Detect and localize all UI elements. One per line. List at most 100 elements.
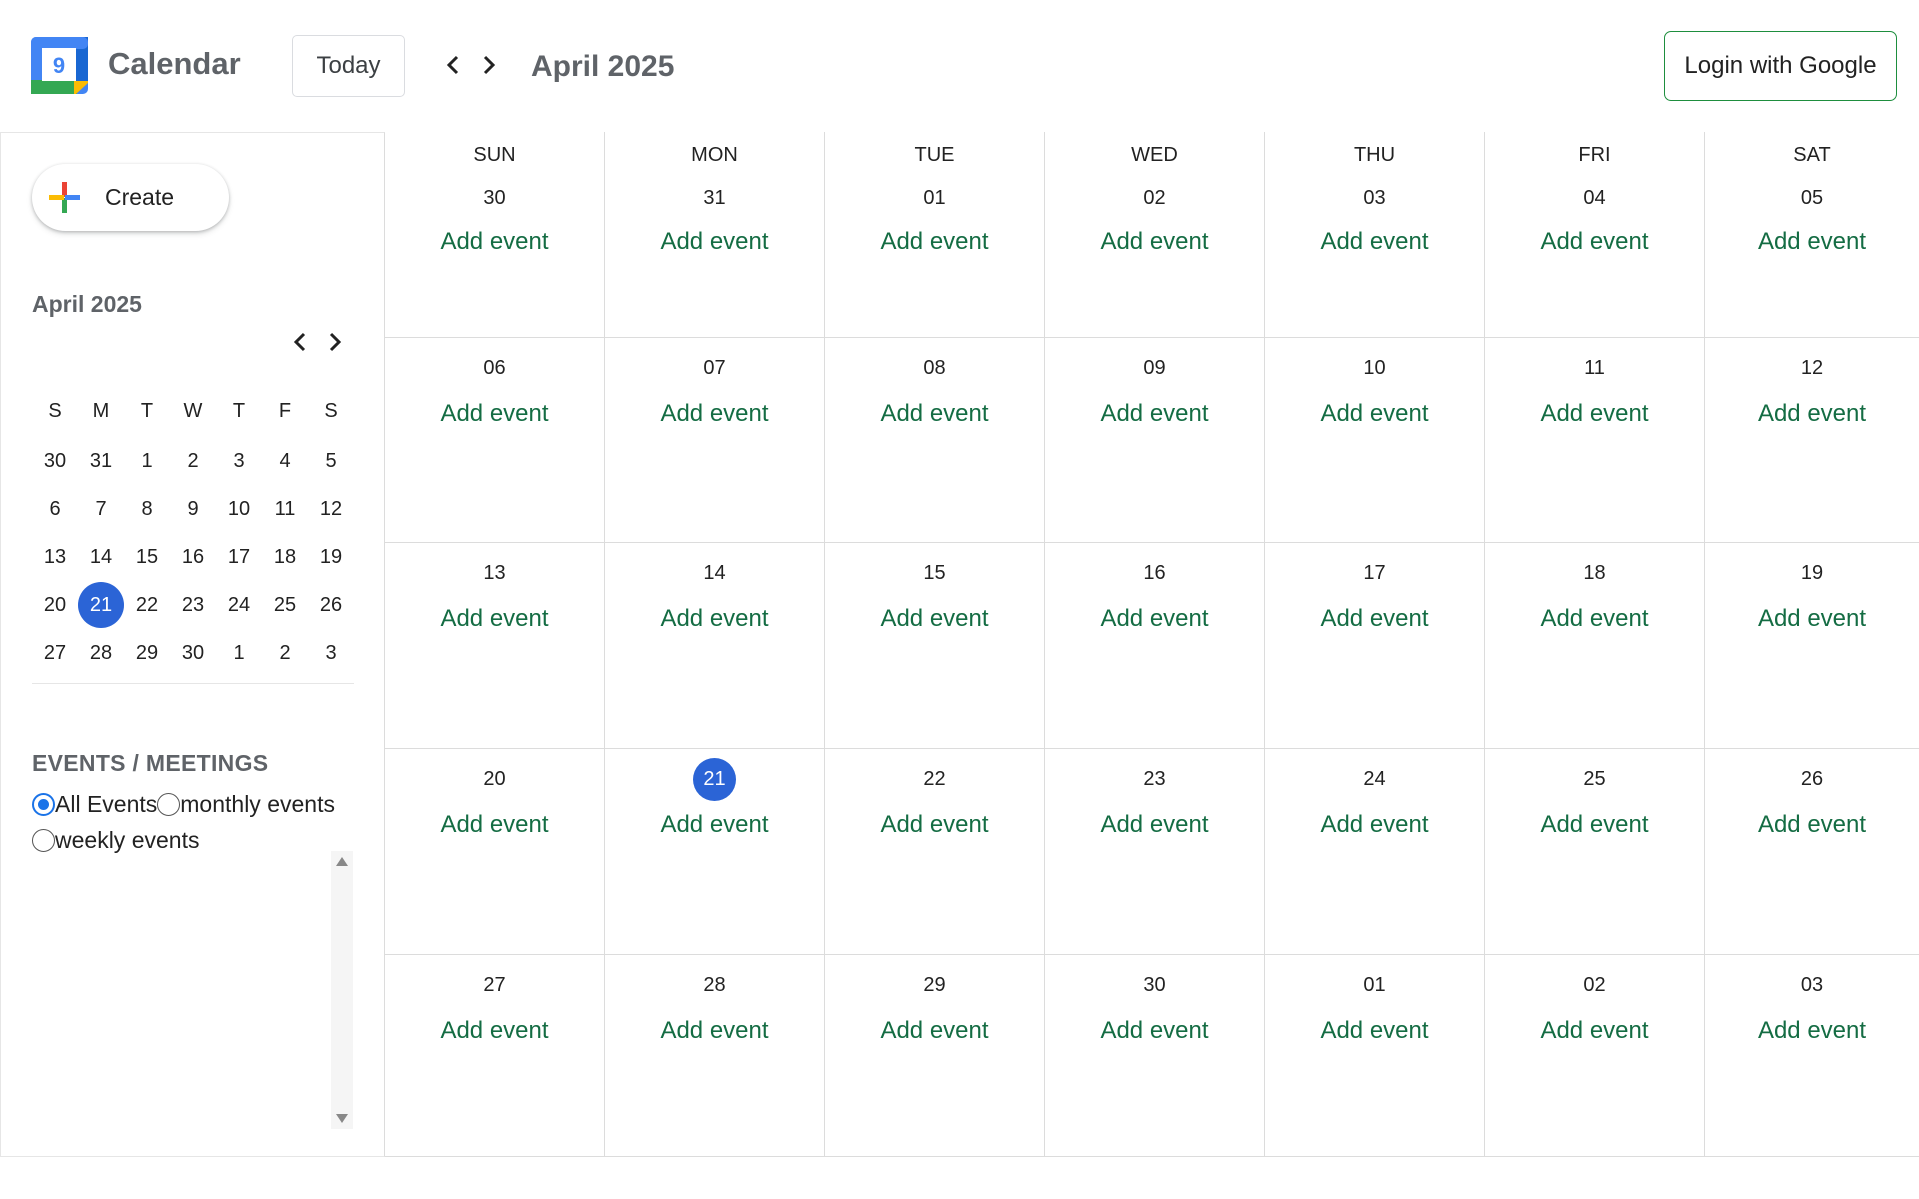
- add-event-link[interactable]: Add event: [605, 228, 824, 256]
- mini-day[interactable]: 28: [78, 642, 124, 665]
- add-event-link[interactable]: Add event: [1045, 1017, 1264, 1045]
- add-event-link[interactable]: Add event: [1485, 1017, 1704, 1045]
- add-event-link[interactable]: Add event: [605, 811, 824, 839]
- mini-day[interactable]: 9: [170, 498, 216, 521]
- login-with-google-button[interactable]: Login with Google: [1664, 31, 1897, 101]
- mini-day[interactable]: 1: [216, 642, 262, 665]
- add-event-link[interactable]: Add event: [385, 605, 604, 633]
- day-cell[interactable]: WED 02 Add event: [1045, 132, 1265, 338]
- add-event-link[interactable]: Add event: [1705, 228, 1919, 256]
- mini-day[interactable]: 6: [32, 498, 78, 521]
- add-event-link[interactable]: Add event: [825, 228, 1044, 256]
- mini-day[interactable]: 4: [262, 450, 308, 473]
- add-event-link[interactable]: Add event: [1265, 811, 1484, 839]
- day-cell[interactable]: 18 Add event: [1485, 543, 1705, 749]
- day-cell[interactable]: 28 Add event: [605, 955, 825, 1157]
- mini-day[interactable]: 30: [32, 450, 78, 473]
- day-cell[interactable]: 15 Add event: [825, 543, 1045, 749]
- add-event-link[interactable]: Add event: [1705, 811, 1919, 839]
- day-cell[interactable]: 17 Add event: [1265, 543, 1485, 749]
- mini-day[interactable]: 10: [216, 498, 262, 521]
- add-event-link[interactable]: Add event: [1265, 400, 1484, 428]
- mini-day[interactable]: 14: [78, 546, 124, 569]
- radio-all-events[interactable]: [32, 793, 55, 816]
- radio-weekly-events[interactable]: [32, 829, 55, 852]
- add-event-link[interactable]: Add event: [1705, 400, 1919, 428]
- add-event-link[interactable]: Add event: [1045, 228, 1264, 256]
- mini-day[interactable]: 31: [78, 450, 124, 473]
- add-event-link[interactable]: Add event: [1485, 811, 1704, 839]
- add-event-link[interactable]: Add event: [385, 1017, 604, 1045]
- day-cell[interactable]: THU 03 Add event: [1265, 132, 1485, 338]
- add-event-link[interactable]: Add event: [605, 1017, 824, 1045]
- add-event-link[interactable]: Add event: [1485, 228, 1704, 256]
- scroll-down-arrow-icon[interactable]: [336, 1114, 348, 1123]
- mini-day[interactable]: 27: [32, 642, 78, 665]
- radio-monthly-events[interactable]: [157, 793, 181, 816]
- mini-day[interactable]: 23: [170, 594, 216, 617]
- filter-weekly-events[interactable]: weekly events: [32, 827, 199, 853]
- day-cell[interactable]: 14 Add event: [605, 543, 825, 749]
- day-cell[interactable]: 25 Add event: [1485, 749, 1705, 955]
- mini-next-month-button[interactable]: [320, 327, 350, 357]
- add-event-link[interactable]: Add event: [1705, 605, 1919, 633]
- add-event-link[interactable]: Add event: [825, 400, 1044, 428]
- add-event-link[interactable]: Add event: [385, 811, 604, 839]
- add-event-link[interactable]: Add event: [1045, 811, 1264, 839]
- add-event-link[interactable]: Add event: [825, 811, 1044, 839]
- day-cell[interactable]: 19 Add event: [1705, 543, 1919, 749]
- day-cell[interactable]: 26 Add event: [1705, 749, 1919, 955]
- mini-day[interactable]: 1: [124, 450, 170, 473]
- day-cell[interactable]: 24 Add event: [1265, 749, 1485, 955]
- mini-day[interactable]: 29: [124, 642, 170, 665]
- add-event-link[interactable]: Add event: [1045, 605, 1264, 633]
- day-cell[interactable]: 08 Add event: [825, 338, 1045, 543]
- mini-day[interactable]: 26: [308, 594, 354, 617]
- day-cell[interactable]: 06 Add event: [385, 338, 605, 543]
- add-event-link[interactable]: Add event: [605, 605, 824, 633]
- day-cell[interactable]: SUN 30 Add event: [385, 132, 605, 338]
- previous-month-button[interactable]: [438, 50, 468, 80]
- mini-day[interactable]: 22: [124, 594, 170, 617]
- mini-day[interactable]: 16: [170, 546, 216, 569]
- day-cell[interactable]: 02 Add event: [1485, 955, 1705, 1157]
- day-cell[interactable]: 07 Add event: [605, 338, 825, 543]
- add-event-link[interactable]: Add event: [1045, 400, 1264, 428]
- day-cell[interactable]: 03 Add event: [1705, 955, 1919, 1157]
- day-cell[interactable]: 20 Add event: [385, 749, 605, 955]
- day-cell[interactable]: 21 Add event: [605, 749, 825, 955]
- mini-previous-month-button[interactable]: [285, 327, 315, 357]
- day-cell[interactable]: 27 Add event: [385, 955, 605, 1157]
- scroll-up-arrow-icon[interactable]: [336, 857, 348, 866]
- add-event-link[interactable]: Add event: [1485, 400, 1704, 428]
- mini-day[interactable]: 5: [308, 450, 354, 473]
- day-cell[interactable]: 16 Add event: [1045, 543, 1265, 749]
- events-scrollbar[interactable]: [331, 851, 353, 1129]
- add-event-link[interactable]: Add event: [385, 400, 604, 428]
- add-event-link[interactable]: Add event: [825, 1017, 1044, 1045]
- mini-day[interactable]: 18: [262, 546, 308, 569]
- add-event-link[interactable]: Add event: [825, 605, 1044, 633]
- day-cell[interactable]: 29 Add event: [825, 955, 1045, 1157]
- day-cell[interactable]: 13 Add event: [385, 543, 605, 749]
- mini-day[interactable]: 7: [78, 498, 124, 521]
- day-cell[interactable]: FRI 04 Add event: [1485, 132, 1705, 338]
- day-cell[interactable]: 09 Add event: [1045, 338, 1265, 543]
- day-cell[interactable]: TUE 01 Add event: [825, 132, 1045, 338]
- mini-day[interactable]: 2: [170, 450, 216, 473]
- next-month-button[interactable]: [474, 50, 504, 80]
- day-cell[interactable]: 01 Add event: [1265, 955, 1485, 1157]
- mini-day[interactable]: 17: [216, 546, 262, 569]
- mini-day[interactable]: 8: [124, 498, 170, 521]
- add-event-link[interactable]: Add event: [1265, 1017, 1484, 1045]
- mini-day[interactable]: 20: [32, 594, 78, 617]
- today-button[interactable]: Today: [292, 35, 405, 97]
- add-event-link[interactable]: Add event: [605, 400, 824, 428]
- day-cell[interactable]: 12 Add event: [1705, 338, 1919, 543]
- mini-day[interactable]: 25: [262, 594, 308, 617]
- day-cell[interactable]: 23 Add event: [1045, 749, 1265, 955]
- mini-day[interactable]: 15: [124, 546, 170, 569]
- create-button[interactable]: Create: [32, 164, 229, 231]
- day-cell[interactable]: SAT 05 Add event: [1705, 132, 1919, 338]
- mini-day[interactable]: 12: [308, 498, 354, 521]
